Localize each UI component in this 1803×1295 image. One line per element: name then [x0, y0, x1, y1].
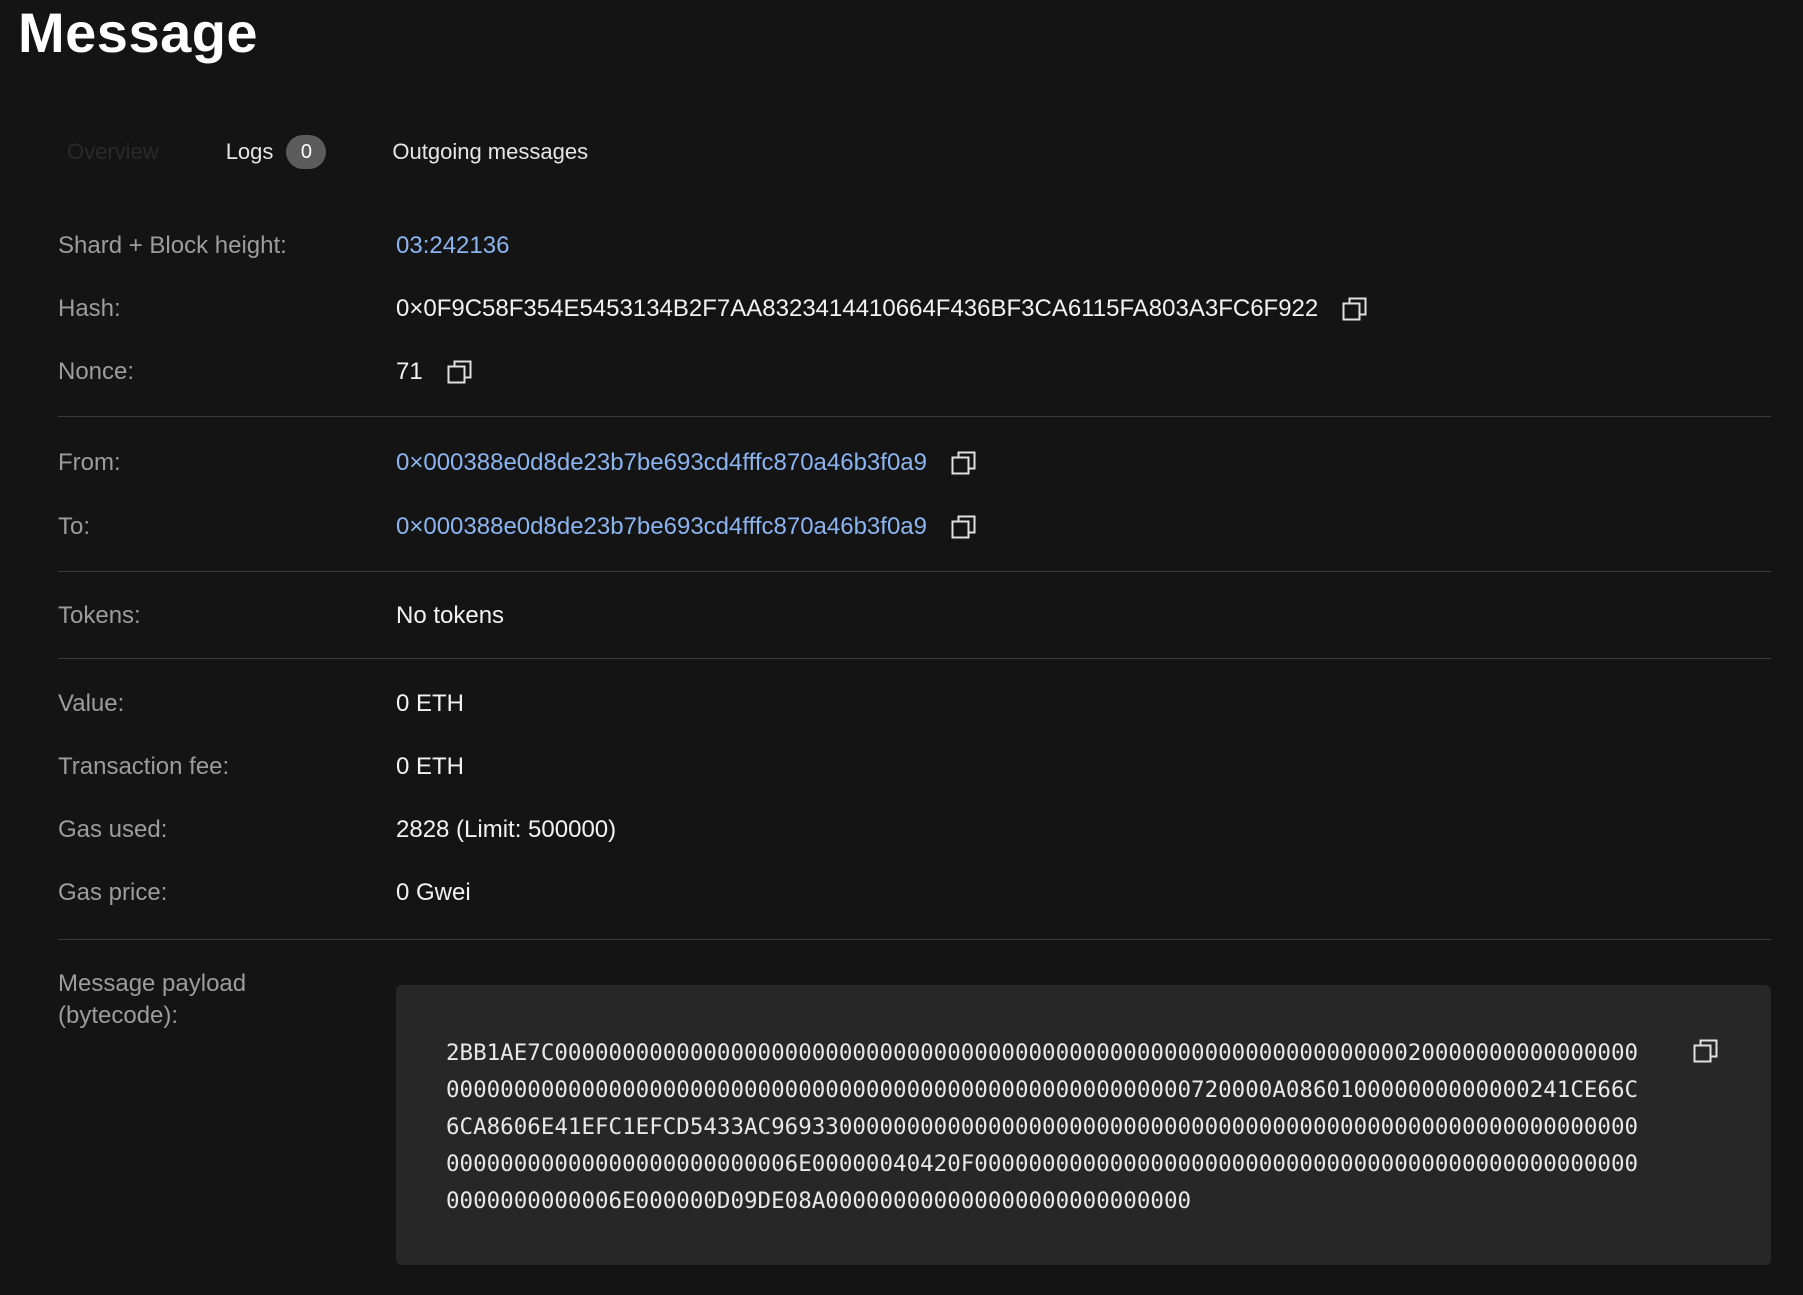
gas-used-row: Gas used: 2828 (Limit: 500000): [58, 810, 1771, 850]
gas-price-row: Gas price: 0 Gwei: [58, 873, 1771, 913]
copy-icon[interactable]: [1693, 1038, 1719, 1064]
nonce-row: Nonce: 71: [58, 352, 1771, 392]
logs-count-badge: 0: [286, 135, 327, 169]
tab-bar: Overview Logs 0 Outgoing messages: [52, 132, 588, 172]
hash-value: 0×0F9C58F354E5453134B2F7AA8323414410664F…: [396, 295, 1319, 322]
tab-overview[interactable]: Overview: [67, 139, 159, 165]
shard-block-row: Shard + Block height: 03:242136: [58, 226, 1771, 266]
from-address-link[interactable]: 0×000388e0d8de23b7be693cd4fffc870a46b3f0…: [396, 449, 927, 477]
payload-label-line2: (bytecode):: [58, 1002, 179, 1029]
page-title: Message: [18, 1, 259, 64]
payload-box: 2BB1AE7C00000000000000000000000000000000…: [396, 985, 1771, 1265]
divider: [58, 571, 1771, 572]
hash-value-group: 0×0F9C58F354E5453134B2F7AA8323414410664F…: [396, 295, 1368, 323]
value-label: Value:: [58, 690, 125, 717]
to-row: To: 0×000388e0d8de23b7be693cd4fffc870a46…: [58, 507, 1771, 547]
from-label: From:: [58, 449, 121, 476]
from-row: From: 0×000388e0d8de23b7be693cd4fffc870a…: [58, 443, 1771, 483]
hash-row: Hash: 0×0F9C58F354E5453134B2F7AA83234144…: [58, 289, 1771, 329]
nonce-value: 71: [396, 358, 423, 385]
copy-icon[interactable]: [951, 450, 977, 476]
tokens-row: Tokens: No tokens: [58, 596, 1771, 636]
payload-label: Message payload (bytecode):: [58, 968, 246, 1032]
divider: [58, 658, 1771, 659]
copy-icon[interactable]: [1342, 296, 1368, 322]
copy-icon[interactable]: [951, 514, 977, 540]
payload-label-line1: Message payload: [58, 970, 247, 997]
gas-used-value: 2828 (Limit: 500000): [396, 816, 617, 843]
fee-row: Transaction fee: 0 ETH: [58, 747, 1771, 787]
to-label: To:: [58, 513, 91, 540]
nonce-value-group: 71: [396, 358, 473, 386]
value-row: Value: 0 ETH: [58, 684, 1771, 724]
to-address-link[interactable]: 0×000388e0d8de23b7be693cd4fffc870a46b3f0…: [396, 513, 927, 541]
tokens-value: No tokens: [396, 602, 505, 629]
payload-bytecode: 2BB1AE7C00000000000000000000000000000000…: [446, 1040, 1639, 1214]
tab-logs-label: Logs: [225, 139, 274, 164]
gas-used-label: Gas used:: [58, 816, 168, 843]
tab-logs[interactable]: Logs 0: [226, 135, 327, 169]
nonce-label: Nonce:: [58, 358, 135, 385]
fee-amount: 0 ETH: [396, 753, 465, 780]
shard-block-value: 03:242136: [396, 232, 509, 260]
shard-block-label: Shard + Block height:: [58, 232, 287, 259]
gas-price-value: 0 Gwei: [396, 879, 471, 906]
copy-icon[interactable]: [447, 359, 473, 385]
from-value-group: 0×000388e0d8de23b7be693cd4fffc870a46b3f0…: [396, 449, 977, 477]
gas-price-label: Gas price:: [58, 879, 168, 906]
hash-label: Hash:: [58, 295, 121, 322]
divider: [58, 939, 1771, 940]
divider: [58, 416, 1771, 417]
tab-outgoing-messages[interactable]: Outgoing messages: [392, 139, 588, 165]
shard-block-link[interactable]: 03:242136: [396, 232, 509, 260]
to-value-group: 0×000388e0d8de23b7be693cd4fffc870a46b3f0…: [396, 513, 977, 541]
value-amount: 0 ETH: [396, 690, 465, 717]
fee-label: Transaction fee:: [58, 753, 230, 780]
tokens-label: Tokens:: [58, 602, 141, 629]
